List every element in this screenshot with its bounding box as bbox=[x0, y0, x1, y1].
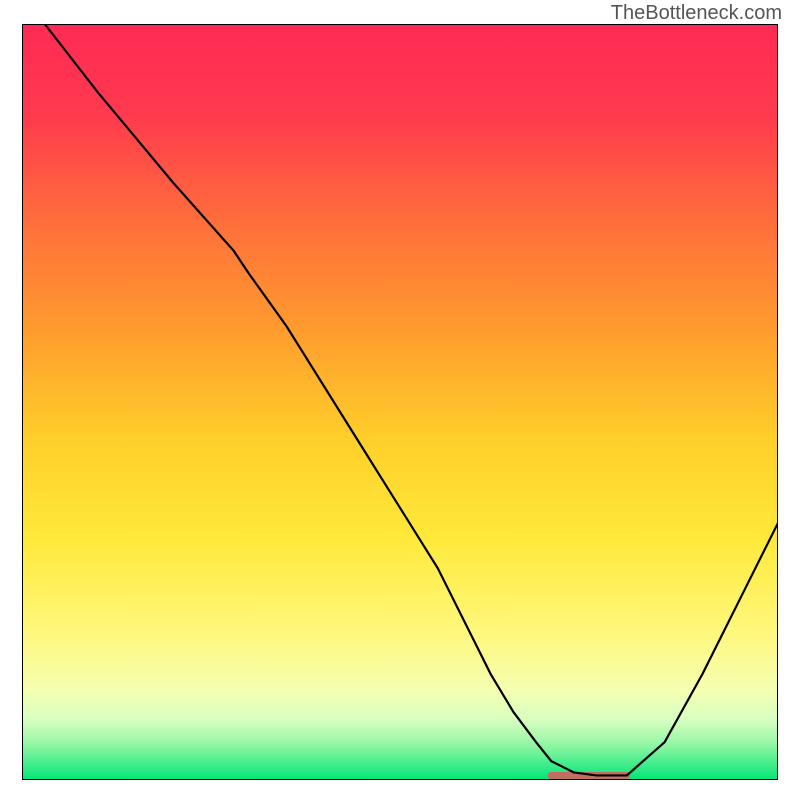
plot-area bbox=[22, 24, 778, 780]
attribution-text: TheBottleneck.com bbox=[611, 2, 782, 25]
chart-container: TheBottleneck.com bbox=[0, 0, 800, 800]
chart-svg bbox=[22, 24, 778, 780]
